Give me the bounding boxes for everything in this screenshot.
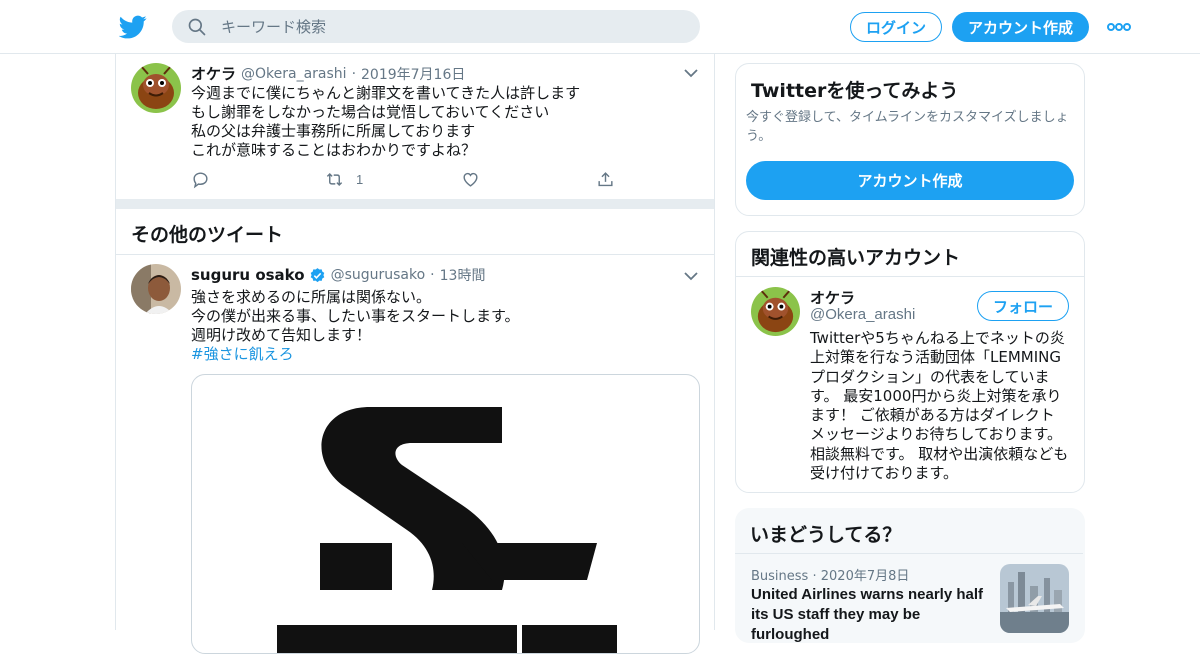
tweet-author-handle[interactable]: @sugurusako xyxy=(331,267,426,283)
chevron-down-icon[interactable] xyxy=(683,65,699,81)
bio-line: プロダクション」の代表をしていま xyxy=(810,367,1050,386)
chevron-down-icon[interactable] xyxy=(683,268,699,284)
trend-meta: Business · 2020年7月8日 xyxy=(751,565,909,584)
tweet-line: もし謝罪をしなかった場合は覚悟しておいてください xyxy=(191,103,550,121)
card-title: 関連性の高いアカウント xyxy=(751,247,961,269)
bio-line: す。 最安1000円から炎上対策を承り xyxy=(810,386,1062,405)
trend-category: Business xyxy=(751,569,809,584)
tweet-line: 週明け改めて告知します！ xyxy=(191,326,372,344)
separator-dot: · xyxy=(430,267,435,283)
section-title: その他のツイート xyxy=(131,224,284,246)
trend-thumbnail[interactable] xyxy=(1000,564,1069,633)
separator-dot: · xyxy=(812,569,817,584)
heart-icon xyxy=(463,172,478,187)
tweet-author-name[interactable]: suguru osako xyxy=(191,266,305,284)
tweet-text: 今週までに僕にちゃんと謝罪文を書いてきた人は許します もし謝罪をしなかった場合は… xyxy=(191,84,696,160)
tweet-line: 今の僕が出来る事、したい事をスタートします。 xyxy=(191,307,520,325)
reply-button[interactable] xyxy=(191,170,210,189)
tweet-header: オケラ @Okera_arashi · 2019年7月16日 xyxy=(191,63,465,84)
card-title: いまどうしてる？ xyxy=(750,524,902,546)
avatar[interactable] xyxy=(131,63,181,113)
top-header: ログイン アカウント作成 xyxy=(0,0,1200,54)
tweet-header: suguru osako @sugurusako · 13時間 xyxy=(191,265,485,285)
share-icon xyxy=(598,172,613,187)
divider xyxy=(736,276,1084,277)
trends-card: いまどうしてる？ Business · 2020年7月8日 United Air… xyxy=(735,508,1085,643)
account-bio: Twitterや5ちゃんねる上でネットの炎 上対策を行なう活動団体「LEMMIN… xyxy=(810,329,1072,483)
tweet-author-name[interactable]: オケラ xyxy=(191,63,236,84)
bio-line: 上対策を行なう活動団体「LEMMING xyxy=(810,348,1061,367)
signup-button[interactable]: アカウント作成 xyxy=(746,161,1074,200)
more-options-icon[interactable] xyxy=(1106,17,1132,37)
related-accounts-card: 関連性の高いアカウント オケラ @Okera_arashi フォロー Twitt… xyxy=(735,231,1085,493)
main-timeline: オケラ @Okera_arashi · 2019年7月16日 今週までに僕にちゃ… xyxy=(115,54,715,654)
card-subtitle: 今すぐ登録して、タイムラインをカスタマイズしましょう。 xyxy=(746,110,1069,144)
trend-headline[interactable]: United Airlines warns nearly half its US… xyxy=(751,585,991,645)
search-icon xyxy=(188,18,206,35)
bio-line: メッセージよりお待ちしております。 xyxy=(810,425,1063,444)
separator-dot: · xyxy=(351,65,357,82)
hashtag-link[interactable]: #強さに飢えろ xyxy=(191,345,696,364)
tweet-line: 強さを求めるのに所属は関係ない。 xyxy=(191,288,432,306)
trend-date: 2020年7月8日 xyxy=(820,569,910,584)
search-input[interactable] xyxy=(221,17,661,36)
tweet-text: 強さを求めるのに所属は関係ない。 今の僕が出来る事、したい事をスタートします。 … xyxy=(191,288,696,364)
follow-button[interactable]: フォロー xyxy=(977,291,1069,321)
card-title: Twitterを使ってみよう xyxy=(751,80,959,102)
tweet-line: これが意味することはおわかりですよね？ xyxy=(191,141,477,159)
tweet[interactable]: オケラ @Okera_arashi · 2019年7月16日 今週までに僕にちゃ… xyxy=(116,54,714,199)
avatar[interactable] xyxy=(131,264,181,314)
tweet-media-image[interactable] xyxy=(191,374,700,654)
login-button[interactable]: ログイン xyxy=(850,12,942,42)
twitter-bird-icon[interactable] xyxy=(119,13,147,41)
avatar[interactable] xyxy=(751,287,800,336)
retweet-button[interactable]: 1 xyxy=(325,170,363,189)
divider xyxy=(735,553,1083,554)
tweet-time[interactable]: 13時間 xyxy=(440,265,486,285)
sf-logo-image xyxy=(277,407,617,653)
tweet-actions: 1 xyxy=(191,170,671,190)
account-handle[interactable]: @Okera_arashi xyxy=(810,306,915,323)
account-name[interactable]: オケラ xyxy=(810,287,855,308)
retweet-icon xyxy=(326,172,343,187)
tweet-line: 私の父は弁護士事務所に所属しております xyxy=(191,122,476,140)
verified-badge-icon xyxy=(310,267,324,282)
bio-line: 受け付けております。 xyxy=(810,464,959,483)
tweet-author-handle[interactable]: @Okera_arashi xyxy=(241,66,347,82)
tweet-line: 今週までに僕にちゃんと謝罪文を書いてきた人は許します xyxy=(191,84,581,102)
try-twitter-card: Twitterを使ってみよう 今すぐ登録して、タイムラインをカスタマイズしましょ… xyxy=(735,63,1085,216)
signup-button[interactable]: アカウント作成 xyxy=(952,12,1089,42)
search-bar[interactable] xyxy=(172,10,700,43)
like-button[interactable] xyxy=(461,170,480,189)
reply-icon xyxy=(193,172,208,189)
bio-line: ます！ ご依頼がある方はダイレクト xyxy=(810,406,1055,425)
share-button[interactable] xyxy=(596,170,615,189)
section-separator xyxy=(116,199,714,209)
tweet-date[interactable]: 2019年7月16日 xyxy=(361,64,465,84)
bio-line: Twitterや5ちゃんねる上でネットの炎 xyxy=(810,329,1065,347)
bio-line: 相談無料です。 取材や出演依頼なども xyxy=(810,444,1069,463)
retweet-count: 1 xyxy=(356,172,364,187)
